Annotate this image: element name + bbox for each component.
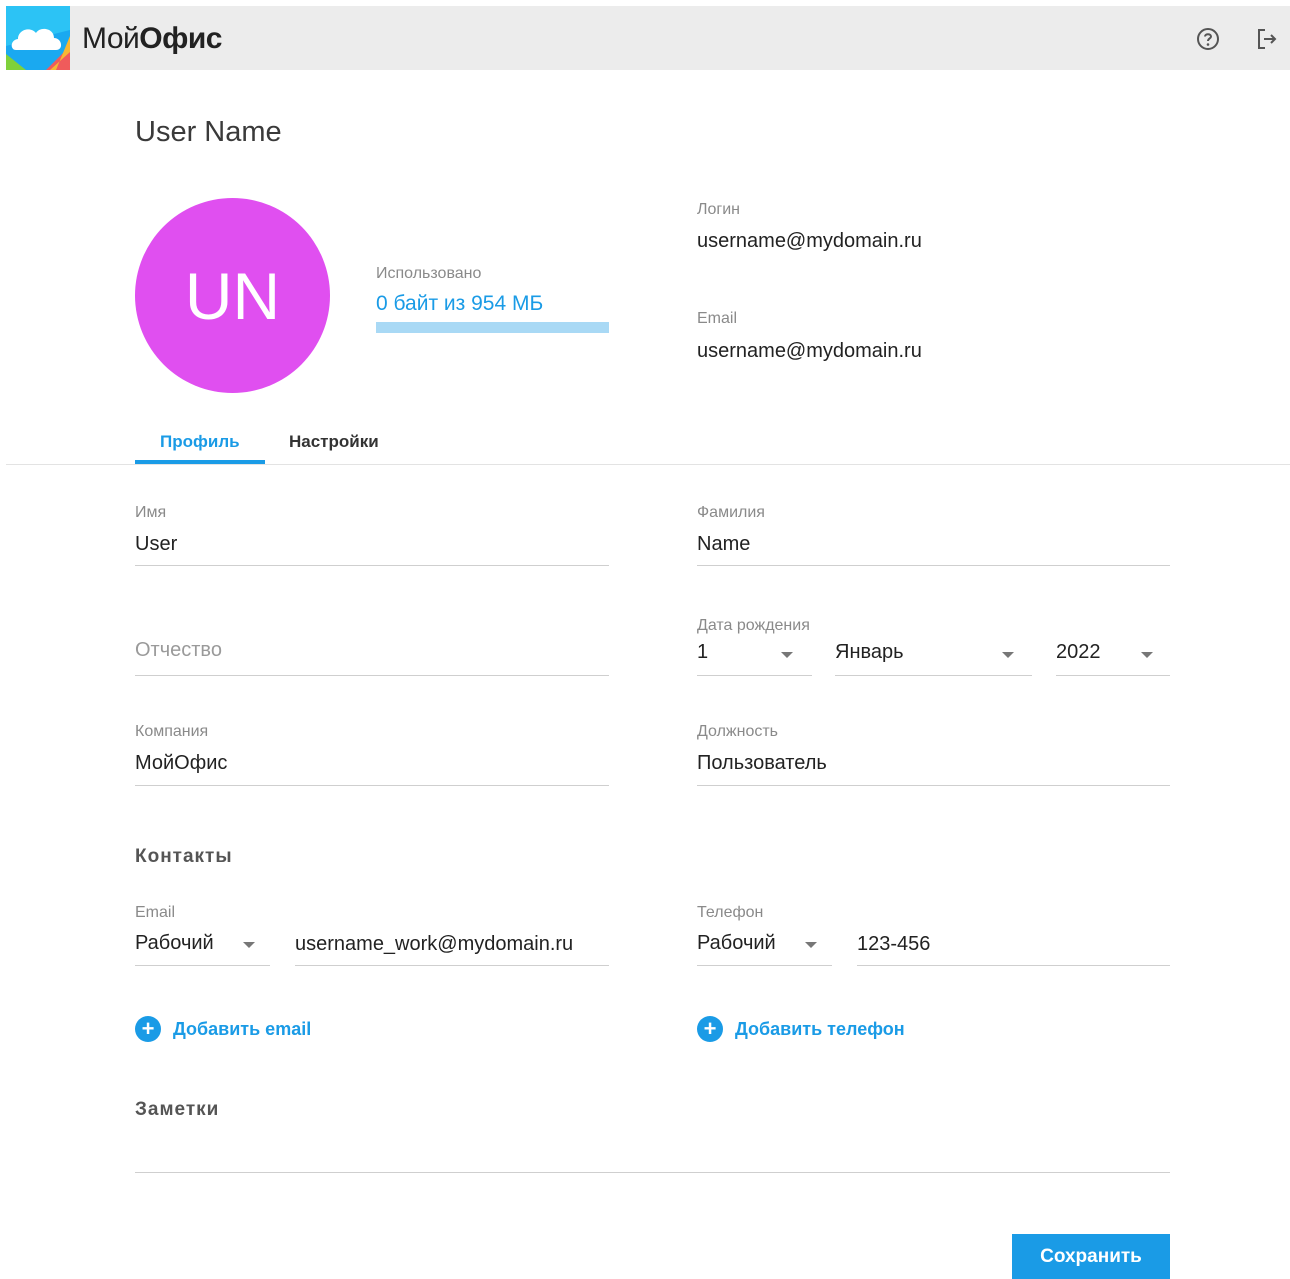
email-type-select[interactable]: Рабочий [135,930,270,966]
add-phone-label: Добавить телефон [735,1018,905,1039]
contacts-title: Контакты [135,846,233,867]
chevron-down-icon [805,942,817,948]
birth-day-select[interactable]: 1 [697,640,812,676]
birth-month-value: Январь [835,641,904,663]
last-name-value: Name [697,533,751,555]
email-field[interactable]: username_work@mydomain.ru [295,930,609,966]
email-type-value: Рабочий [135,932,214,954]
add-phone-link[interactable]: + Добавить телефон [697,1016,905,1042]
brand-part2: Офис [139,22,222,55]
add-email-label: Добавить email [173,1018,312,1039]
chevron-down-icon [1141,652,1153,658]
last-name-label: Фамилия [697,504,765,521]
top-bar: МойОфис [6,6,1290,70]
phone-field[interactable]: 123-456 [857,930,1170,966]
company-label: Компания [135,723,209,740]
middle-name-placeholder: Отчество [135,639,222,661]
phone-label: Телефон [697,904,764,921]
contact-email-label: Email [135,904,176,921]
chevron-down-icon [781,652,793,658]
birthdate-label: Дата рождения [697,617,810,634]
middle-name-field[interactable]: Отчество [135,636,609,676]
company-value: МойОфис [135,752,228,774]
phone-type-select[interactable]: Рабочий [697,930,832,966]
save-button[interactable]: Сохранить [1012,1234,1170,1279]
notes-field[interactable] [135,1136,1170,1173]
notes-title: Заметки [135,1099,220,1120]
tab-settings[interactable]: Настройки [289,432,379,452]
avatar-initials: UN [184,258,281,333]
storage-label: Использовано [376,265,482,282]
help-icon[interactable] [1195,26,1221,52]
tabs-divider [6,464,1290,465]
tab-profile[interactable]: Профиль [160,432,240,452]
account-email-value: username@mydomain.ru [697,340,922,362]
first-name-field[interactable]: User [135,530,609,566]
add-email-link[interactable]: + Добавить email [135,1016,311,1042]
position-label: Должность [697,723,778,740]
avatar[interactable]: UN [135,198,330,393]
birth-year-value: 2022 [1056,641,1101,663]
last-name-field[interactable]: Name [697,530,1170,566]
storage-value: 0 байт из 954 МБ [376,292,544,315]
logout-icon[interactable] [1254,26,1280,52]
brand-name: МойОфис [82,22,222,56]
position-value: Пользователь [697,752,827,774]
first-name-label: Имя [135,504,167,521]
storage-progress-bar [376,322,609,333]
logo-cloud-icon[interactable] [6,6,70,70]
plus-circle-icon: + [135,1016,161,1042]
birth-month-select[interactable]: Январь [835,640,1032,676]
brand-part1: Мой [82,22,140,55]
login-value: username@mydomain.ru [697,230,922,252]
plus-circle-icon: + [697,1016,723,1042]
email-value: username_work@mydomain.ru [295,933,574,955]
login-label: Логин [697,201,741,218]
birth-year-select[interactable]: 2022 [1056,640,1170,676]
chevron-down-icon [243,942,255,948]
position-field[interactable]: Пользователь [697,750,1170,786]
account-email-label: Email [697,310,738,327]
chevron-down-icon [1002,652,1014,658]
phone-value: 123-456 [857,933,931,955]
phone-type-value: Рабочий [697,932,776,954]
first-name-value: User [135,533,178,555]
company-field[interactable]: МойОфис [135,750,609,786]
page-title: User Name [135,116,282,148]
birth-day-value: 1 [697,641,709,663]
